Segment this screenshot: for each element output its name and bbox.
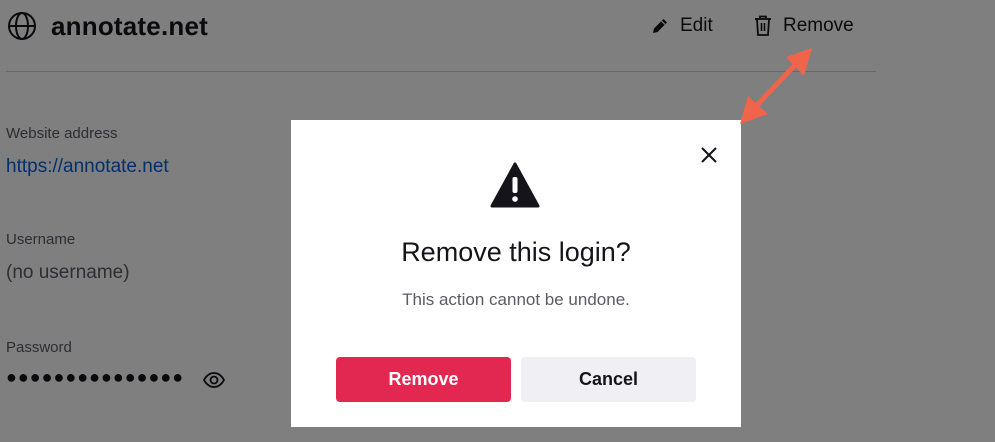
confirm-remove-button[interactable]: Remove: [336, 357, 511, 402]
close-icon: [701, 147, 717, 163]
warning-icon: [490, 162, 540, 208]
dialog-title: Remove this login?: [401, 237, 631, 267]
cancel-button[interactable]: Cancel: [521, 357, 696, 402]
remove-login-dialog: Remove this login? This action cannot be…: [291, 120, 741, 427]
dialog-close-button[interactable]: [695, 141, 723, 169]
dialog-message: This action cannot be undone.: [402, 290, 630, 309]
annotation-arrow: [740, 48, 812, 124]
